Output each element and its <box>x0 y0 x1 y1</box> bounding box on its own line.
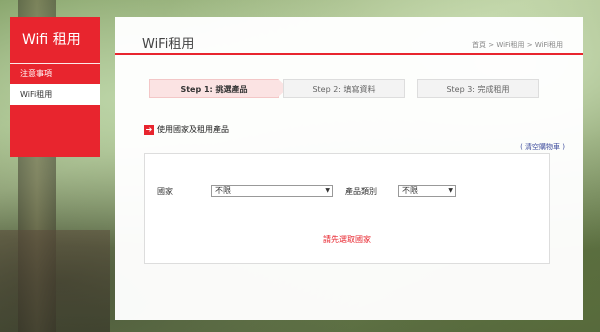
country-label: 國家 <box>157 187 173 196</box>
country-select-value: 不限 <box>215 186 231 195</box>
category-select-value: 不限 <box>402 186 418 195</box>
step-3: Step 3: 完成租用 <box>417 79 539 98</box>
empty-cart-link[interactable]: ( 清空購物車 ) <box>520 142 565 152</box>
sidebar-item-wifi-rental[interactable]: WiFi租用 <box>10 84 100 105</box>
sidebar: Wifi 租用 注意事項 WiFi租用 <box>10 17 100 157</box>
category-label: 產品類別 <box>345 187 377 196</box>
arrow-right-icon: ➔ <box>144 124 154 135</box>
main-panel: WiFi租用 首頁 > WiFi租用 > WiFi租用 Step 1: 挑選產品… <box>115 17 583 320</box>
category-select[interactable]: 不限 ▼ <box>398 185 456 197</box>
breadcrumb[interactable]: 首頁 > WiFi租用 > WiFi租用 <box>472 40 563 50</box>
sidebar-item-notes[interactable]: 注意事項 <box>10 63 100 84</box>
section-heading: ➔ 使用國家及租用產品 <box>144 124 229 135</box>
country-select[interactable]: 不限 ▼ <box>211 185 333 197</box>
section-title: 使用國家及租用產品 <box>157 125 229 134</box>
chevron-down-icon: ▼ <box>448 187 453 194</box>
filter-box: 國家 不限 ▼ 產品類別 不限 ▼ 請先選取國家 <box>144 153 550 264</box>
page-title: WiFi租用 <box>142 37 195 52</box>
sidebar-title: Wifi 租用 <box>10 17 100 57</box>
sidebar-menu: 注意事項 WiFi租用 <box>10 57 100 157</box>
background-shrine <box>0 230 110 332</box>
select-country-notice: 請先選取國家 <box>323 235 371 244</box>
chevron-down-icon: ▼ <box>325 187 330 194</box>
panel-header: WiFi租用 首頁 > WiFi租用 > WiFi租用 <box>115 17 583 55</box>
step-1: Step 1: 挑選產品 <box>149 79 288 98</box>
step-2: Step 2: 填寫資料 <box>283 79 405 98</box>
